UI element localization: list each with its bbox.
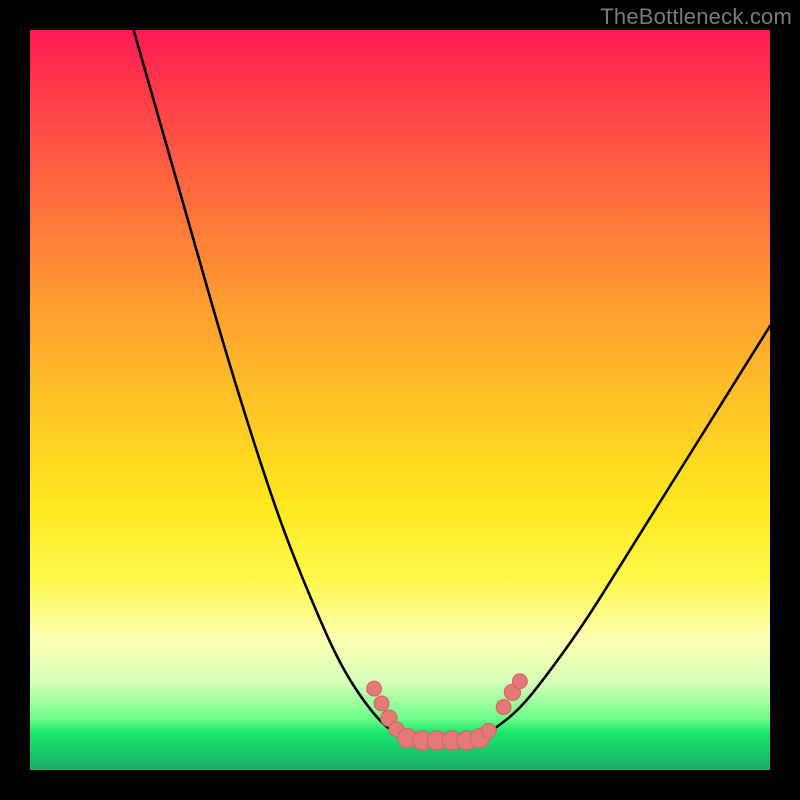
highlight-dot [367, 681, 382, 696]
plot-area [30, 30, 770, 770]
curve-svg [30, 30, 770, 770]
highlight-markers [367, 674, 528, 750]
chart-frame: TheBottleneck.com [0, 0, 800, 800]
highlight-dot [481, 723, 496, 738]
highlight-dot [512, 674, 527, 689]
highlight-dot [374, 696, 389, 711]
highlight-dot [496, 700, 511, 715]
bottleneck-curve [134, 30, 770, 740]
watermark-text: TheBottleneck.com [600, 4, 792, 30]
